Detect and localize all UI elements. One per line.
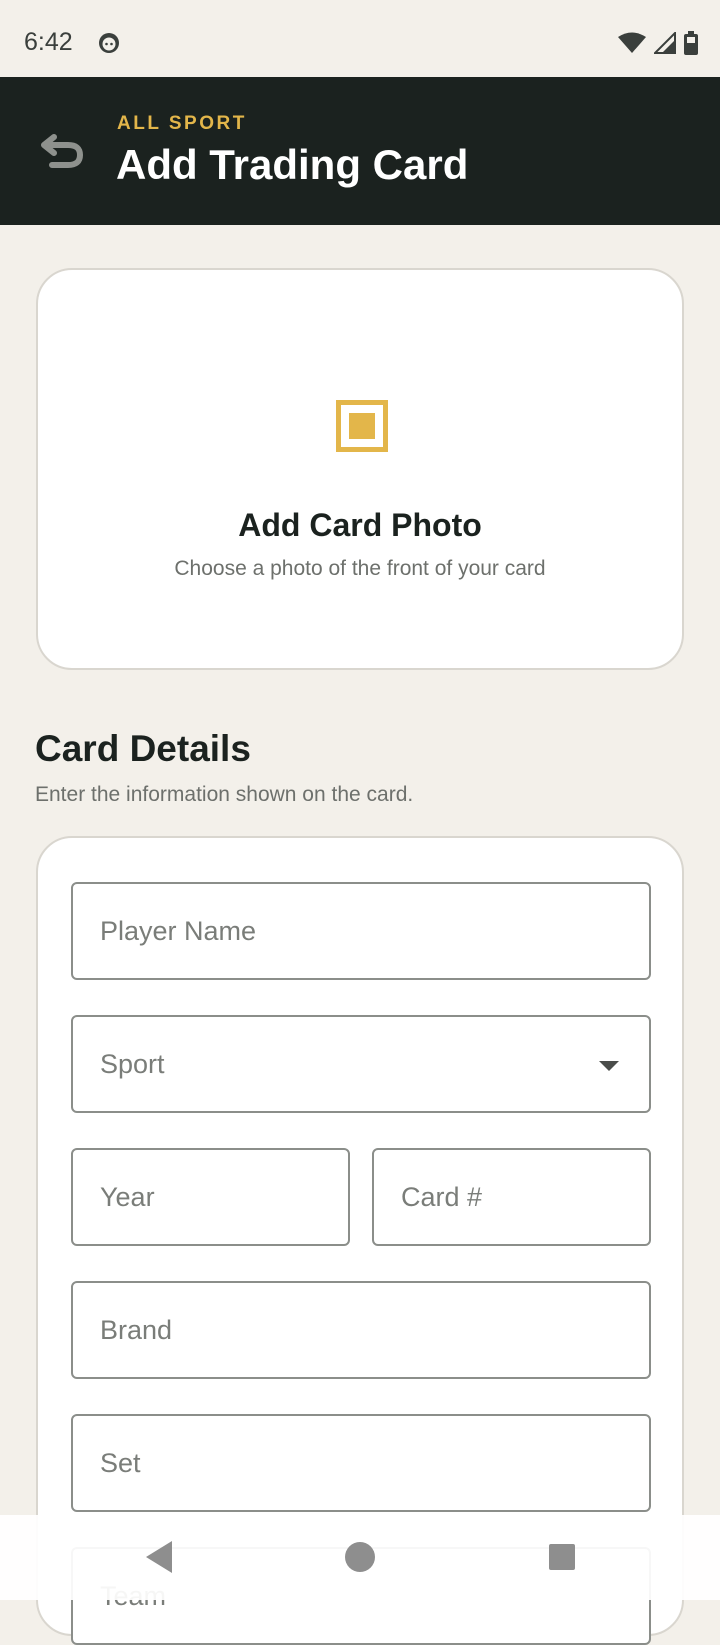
set-placeholder: Set <box>100 1448 141 1478</box>
brand-placeholder: Brand <box>100 1315 173 1345</box>
year-field[interactable]: Year <box>71 1148 350 1246</box>
section-title: Card Details <box>35 728 251 769</box>
face-icon <box>99 33 119 53</box>
wifi-icon <box>618 32 646 53</box>
photo-placeholder-icon <box>336 400 388 452</box>
battery-icon <box>684 31 698 55</box>
chevron-down-icon <box>599 1061 619 1071</box>
set-field[interactable]: Set <box>71 1414 651 1512</box>
add-photo-subtitle: Choose a photo of the front of your card <box>174 557 546 580</box>
card-number-placeholder: Card # <box>401 1182 483 1212</box>
player-name-field[interactable]: Player Name <box>71 882 651 980</box>
sport-dropdown[interactable]: Sport <box>71 1015 651 1113</box>
app-bar-eyebrow: ALL SPORT <box>117 113 247 134</box>
status-time: 6:42 <box>24 28 73 56</box>
card-number-field[interactable]: Card # <box>372 1148 651 1246</box>
add-photo-card[interactable]: Add Card Photo Choose a photo of the fro… <box>36 268 684 670</box>
nav-home-icon[interactable] <box>338 1535 382 1579</box>
year-placeholder: Year <box>100 1182 155 1212</box>
app-bar: ALL SPORT Add Trading Card <box>0 77 720 225</box>
status-bar: 6:42 <box>0 0 720 77</box>
nav-back-icon[interactable] <box>138 1535 182 1579</box>
brand-field[interactable]: Brand <box>71 1281 651 1379</box>
player-name-placeholder: Player Name <box>100 916 257 946</box>
sport-placeholder: Sport <box>100 1049 165 1079</box>
back-button[interactable] <box>36 125 88 177</box>
status-icons <box>618 30 698 56</box>
nav-recents-icon[interactable] <box>540 1535 584 1579</box>
page-title: Add Trading Card <box>116 141 469 188</box>
section-subtitle: Enter the information shown on the card. <box>35 783 414 806</box>
add-photo-title: Add Card Photo <box>238 507 482 543</box>
system-nav-bar <box>0 1515 720 1600</box>
back-arrow-icon <box>41 134 84 168</box>
signal-icon <box>654 32 676 54</box>
